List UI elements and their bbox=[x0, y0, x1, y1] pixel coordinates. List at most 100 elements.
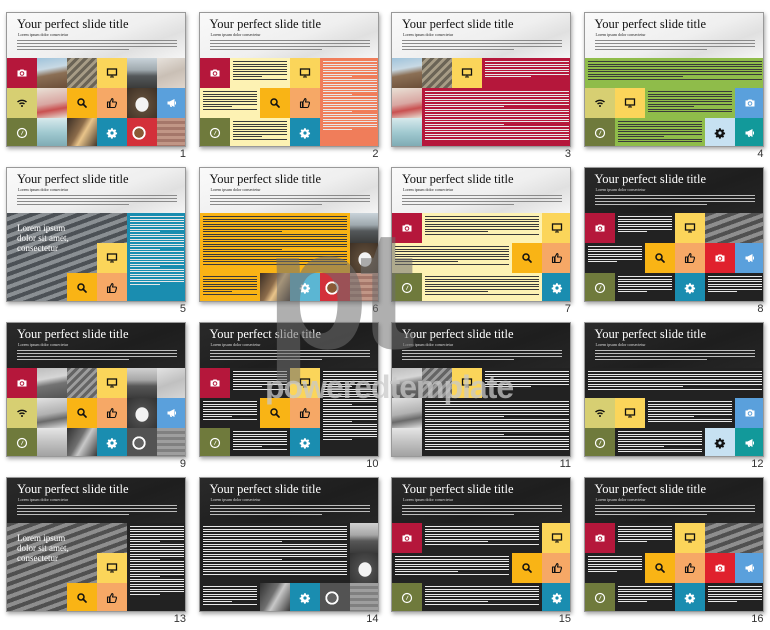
slide-subtitle: Lorem ipsum dolor consectetur bbox=[403, 187, 454, 192]
brick-photo bbox=[157, 428, 185, 456]
text-line bbox=[425, 138, 569, 140]
slide-title: Your perfect slide title bbox=[17, 327, 129, 341]
text-line bbox=[617, 141, 702, 142]
text-line bbox=[402, 42, 562, 45]
station-photo bbox=[259, 583, 290, 611]
tile bbox=[734, 243, 763, 273]
text-line bbox=[232, 121, 287, 122]
slide-thumbnail-9[interactable]: Your perfect slide title Lorem ipsum dolo… bbox=[6, 322, 186, 457]
text-line bbox=[130, 586, 184, 587]
slide-subtitle: Lorem ipsum dolor consectetur bbox=[210, 187, 261, 192]
pier-photo bbox=[392, 58, 422, 88]
slide-thumbnail-14[interactable]: Your perfect slide title Lorem ipsum dolo… bbox=[198, 477, 379, 612]
tile bbox=[157, 88, 185, 118]
slide-thumbnail-5[interactable]: Your perfect slide title Lorem ipsum dolo… bbox=[6, 167, 186, 302]
tile bbox=[67, 583, 97, 611]
slide-thumbnail-4[interactable]: Your perfect slide title Lorem ipsum dolo… bbox=[583, 12, 764, 147]
text-line bbox=[130, 533, 184, 535]
header-text-lines bbox=[17, 350, 177, 362]
typewriter-photo bbox=[704, 523, 763, 553]
text-line bbox=[594, 513, 707, 515]
text-line bbox=[402, 200, 562, 203]
text-line bbox=[322, 413, 377, 415]
pier-photo bbox=[37, 368, 67, 398]
text-line bbox=[202, 536, 347, 537]
text-line bbox=[322, 416, 377, 417]
text-line bbox=[485, 76, 532, 77]
gear-icon bbox=[106, 437, 118, 449]
text-line bbox=[617, 438, 702, 440]
slide-thumbnail-6[interactable]: Your perfect slide title Lorem ipsum dolo… bbox=[198, 167, 379, 302]
text-line bbox=[707, 591, 762, 592]
text-line bbox=[232, 386, 263, 387]
compass-icon bbox=[594, 592, 606, 604]
slide-thumbnail-15[interactable]: Your perfect slide title Lorem ipsum dolo… bbox=[391, 477, 571, 612]
text-line bbox=[322, 108, 377, 110]
text-line bbox=[130, 223, 184, 225]
thumbs-up-icon bbox=[106, 407, 118, 419]
tile bbox=[674, 273, 705, 301]
text-line bbox=[17, 42, 177, 45]
slide-number: 16 bbox=[751, 613, 764, 625]
text-block bbox=[127, 523, 185, 611]
text-line bbox=[617, 218, 672, 220]
slide-thumbnail-10[interactable]: Your perfect slide title Lorem ipsum dolo… bbox=[198, 322, 379, 457]
header-text-lines bbox=[209, 40, 370, 52]
text-line bbox=[209, 200, 370, 203]
text-line bbox=[425, 603, 539, 605]
text-line bbox=[209, 355, 370, 358]
text-line bbox=[395, 556, 509, 557]
text-line bbox=[707, 286, 762, 287]
header-text-lines bbox=[209, 505, 370, 517]
slide-thumbnail-7[interactable]: Your perfect slide title Lorem ipsum dolo… bbox=[391, 167, 571, 302]
slide-thumbnail-8[interactable]: Your perfect slide title Lorem ipsum dolo… bbox=[583, 167, 764, 302]
slide-thumbnail-12[interactable]: Your perfect slide title Lorem ipsum dolo… bbox=[583, 322, 764, 457]
text-line bbox=[130, 588, 184, 590]
text-line bbox=[587, 561, 642, 562]
text-line bbox=[322, 381, 377, 382]
mountain-photo bbox=[127, 58, 157, 88]
text-block bbox=[200, 398, 260, 428]
tile bbox=[674, 523, 705, 553]
text-block bbox=[422, 88, 570, 146]
monitor-icon bbox=[106, 252, 118, 264]
text-line bbox=[322, 391, 377, 392]
text-line bbox=[647, 401, 732, 402]
tile bbox=[734, 428, 763, 456]
tile bbox=[67, 398, 97, 428]
text-line bbox=[617, 216, 672, 217]
slide-thumbnail-16[interactable]: Your perfect slide title Lorem ipsum dolo… bbox=[583, 477, 764, 612]
text-line bbox=[202, 261, 347, 262]
slide-title: Your perfect slide title bbox=[17, 17, 129, 31]
text-block bbox=[319, 58, 378, 146]
text-line bbox=[202, 241, 347, 242]
text-line bbox=[707, 276, 762, 277]
text-line bbox=[202, 546, 347, 547]
text-line bbox=[395, 561, 509, 562]
slide-thumbnail-13[interactable]: Your perfect slide title Lorem ipsum dolo… bbox=[6, 477, 186, 612]
text-line bbox=[209, 510, 370, 513]
text-line bbox=[130, 548, 184, 550]
slide-thumbnail-2[interactable]: Your perfect slide title Lorem ipsum dolo… bbox=[198, 12, 379, 147]
slide-body: Lorem ipsum dolor sit amet, consectetur bbox=[7, 213, 185, 301]
text-line bbox=[587, 256, 642, 257]
text-line bbox=[395, 568, 509, 570]
text-line bbox=[594, 200, 755, 203]
slide-thumbnail-11[interactable]: Your perfect slide title Lorem ipsum dolo… bbox=[391, 322, 571, 457]
slide-thumbnail-3[interactable]: Your perfect slide title Lorem ipsum dolo… bbox=[391, 12, 571, 147]
text-line bbox=[202, 563, 347, 565]
text-line bbox=[17, 48, 129, 50]
tile bbox=[97, 553, 127, 583]
text-line bbox=[402, 352, 562, 355]
slide-title: Your perfect slide title bbox=[209, 17, 322, 31]
wifi-icon bbox=[16, 407, 28, 419]
text-line bbox=[17, 505, 177, 507]
text-line bbox=[202, 98, 257, 100]
text-line bbox=[617, 448, 702, 450]
shoes-photo bbox=[392, 88, 422, 118]
text-line bbox=[425, 283, 539, 285]
text-line bbox=[587, 566, 642, 567]
slide-thumbnail-1[interactable]: Your perfect slide title Lorem ipsum dolo… bbox=[6, 12, 186, 147]
text-line bbox=[232, 133, 287, 135]
slide-header: Your perfect slide title Lorem ipsum dolo… bbox=[7, 13, 185, 58]
